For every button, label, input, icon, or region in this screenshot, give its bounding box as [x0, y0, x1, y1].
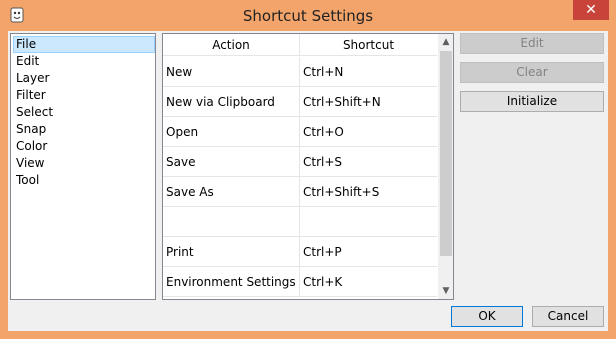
title-bar[interactable]: Shortcut Settings ✕	[0, 0, 616, 32]
shortcut-cell: Ctrl+P	[303, 245, 342, 259]
column-header-action[interactable]: Action	[163, 34, 300, 56]
action-cell: Open	[163, 117, 300, 147]
category-item-view[interactable]: View	[13, 155, 155, 172]
initialize-button[interactable]: Initialize	[460, 91, 604, 112]
scrollbar-thumb[interactable]	[440, 51, 452, 256]
category-item-snap[interactable]: Snap	[13, 121, 155, 138]
category-item-color[interactable]: Color	[13, 138, 155, 155]
table-row[interactable]: Open Ctrl+O	[163, 117, 437, 147]
ok-button[interactable]: OK	[451, 306, 523, 327]
table-row[interactable]: New Ctrl+N	[163, 57, 437, 87]
shortcut-cell: Ctrl+Shift+N	[303, 95, 381, 109]
vertical-scrollbar[interactable]: ▲ ▼	[438, 34, 453, 299]
cancel-button[interactable]: Cancel	[532, 306, 604, 327]
window-title: Shortcut Settings	[242, 7, 374, 25]
shortcut-cell: Ctrl+Shift+S	[303, 185, 380, 199]
table-row-separator[interactable]	[163, 207, 437, 237]
close-icon: ✕	[585, 2, 597, 18]
category-item-select[interactable]: Select	[13, 104, 155, 121]
category-item-tool[interactable]: Tool	[13, 172, 155, 189]
scroll-down-icon[interactable]: ▼	[438, 283, 453, 299]
edit-button[interactable]: Edit	[460, 33, 604, 54]
category-item-edit[interactable]: Edit	[13, 53, 155, 70]
table-row[interactable]: New via Clipboard Ctrl+Shift+N	[163, 87, 437, 117]
category-list[interactable]: File Edit Layer Filter Select Snap Color…	[10, 33, 156, 300]
close-button[interactable]: ✕	[573, 0, 609, 20]
action-cell: Environment Settings	[163, 267, 300, 297]
shortcut-settings-window: Shortcut Settings ✕ File Edit Layer Filt…	[0, 0, 616, 339]
shortcut-cell: Ctrl+S	[303, 155, 343, 169]
clear-button[interactable]: Clear	[460, 62, 604, 83]
shortcut-cell: Ctrl+N	[303, 65, 344, 79]
category-item-file[interactable]: File	[13, 36, 155, 53]
shortcut-table[interactable]: Action Shortcut New Ctrl+N New via Clipb…	[162, 33, 454, 300]
table-row[interactable]: Environment Settings Ctrl+K	[163, 267, 437, 297]
action-cell: New	[163, 57, 300, 87]
shortcut-cell: Ctrl+K	[303, 275, 343, 289]
action-cell: Print	[163, 237, 300, 267]
shortcut-cell: Ctrl+O	[303, 125, 344, 139]
action-cell: Save	[163, 147, 300, 177]
table-row[interactable]: Save As Ctrl+Shift+S	[163, 177, 437, 207]
action-cell	[163, 207, 300, 237]
category-item-layer[interactable]: Layer	[13, 70, 155, 87]
dialog-body: File Edit Layer Filter Select Snap Color…	[8, 31, 608, 331]
scroll-up-icon[interactable]: ▲	[438, 34, 453, 50]
action-cell: New via Clipboard	[163, 87, 300, 117]
table-row[interactable]: Print Ctrl+P	[163, 237, 437, 267]
table-row[interactable]: Save Ctrl+S	[163, 147, 437, 177]
category-item-filter[interactable]: Filter	[13, 87, 155, 104]
column-header-shortcut[interactable]: Shortcut	[300, 34, 437, 56]
shortcut-cell	[300, 207, 437, 237]
action-cell: Save As	[163, 177, 300, 207]
